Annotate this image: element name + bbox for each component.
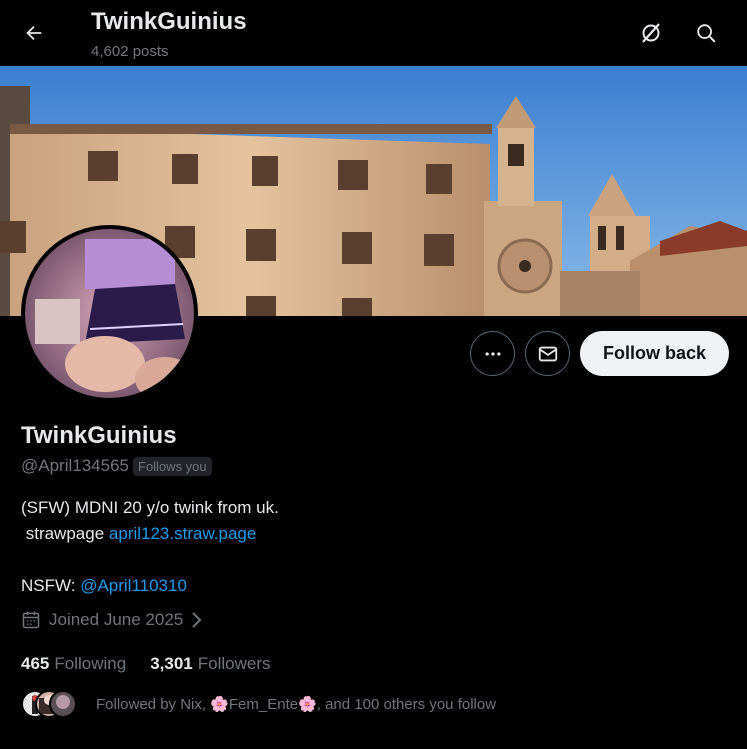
profile-handle: @April134565 bbox=[21, 456, 129, 475]
bio-line-4: NSFW: @April110310 bbox=[21, 573, 279, 599]
message-button[interactable] bbox=[525, 331, 570, 376]
following-count: 465 bbox=[21, 654, 50, 673]
back-button[interactable] bbox=[14, 13, 54, 53]
follower-avatar bbox=[49, 690, 77, 718]
following-link[interactable]: 465 Following bbox=[21, 654, 126, 674]
follow-stats: 465 Following 3,301 Followers bbox=[21, 654, 294, 674]
joined-text: Joined June 2025 bbox=[49, 610, 184, 629]
grok-icon bbox=[642, 23, 660, 43]
follower-avatars bbox=[21, 690, 81, 718]
follows-you-badge: Follows you bbox=[133, 456, 212, 476]
arrow-left-icon bbox=[26, 25, 42, 41]
profile-avatar[interactable] bbox=[21, 225, 198, 402]
followers-link[interactable]: 3,301 Followers bbox=[150, 654, 270, 674]
follow-back-button[interactable]: Follow back bbox=[580, 331, 729, 376]
header-title: TwinkGuinius bbox=[91, 8, 247, 35]
nsfw-account-link[interactable]: @April110310 bbox=[80, 576, 187, 595]
profile-name: TwinkGuinius bbox=[21, 422, 177, 449]
top-header: TwinkGuinius 4,602 posts bbox=[0, 0, 747, 66]
followers-label: Followers bbox=[197, 654, 271, 673]
bio-line-2: strawpage april123.straw.page bbox=[21, 521, 279, 547]
search-icon bbox=[697, 24, 716, 43]
followers-count: 3,301 bbox=[150, 654, 193, 673]
strawpage-link[interactable]: april123.straw.page bbox=[109, 524, 256, 543]
bio-blank-line bbox=[21, 547, 279, 573]
calendar-icon bbox=[21, 610, 41, 630]
bio-strawpage-text: strawpage bbox=[21, 524, 109, 543]
more-icon bbox=[485, 351, 500, 356]
bio-nsfw-text: NSFW: bbox=[21, 576, 81, 595]
followed-by-text: Followed by Nix, 🌸Fem_Ente🌸, and 100 oth… bbox=[96, 696, 497, 713]
chevron-right-icon bbox=[189, 611, 203, 629]
profile-bio: (SFW) MDNI 20 y/o twink from uk. strawpa… bbox=[21, 495, 279, 599]
grok-button[interactable] bbox=[631, 13, 671, 53]
mail-icon bbox=[538, 346, 557, 361]
followed-by-row[interactable]: Followed by Nix, 🌸Fem_Ente🌸, and 100 oth… bbox=[21, 690, 496, 718]
handle-row: @April134565 Follows you bbox=[21, 456, 212, 476]
search-button[interactable] bbox=[686, 13, 726, 53]
joined-date[interactable]: Joined June 2025 bbox=[21, 610, 203, 630]
more-button[interactable] bbox=[470, 331, 515, 376]
bio-line-1: (SFW) MDNI 20 y/o twink from uk. bbox=[21, 498, 279, 517]
post-count: 4,602 posts bbox=[91, 43, 169, 60]
following-label: Following bbox=[54, 654, 127, 673]
